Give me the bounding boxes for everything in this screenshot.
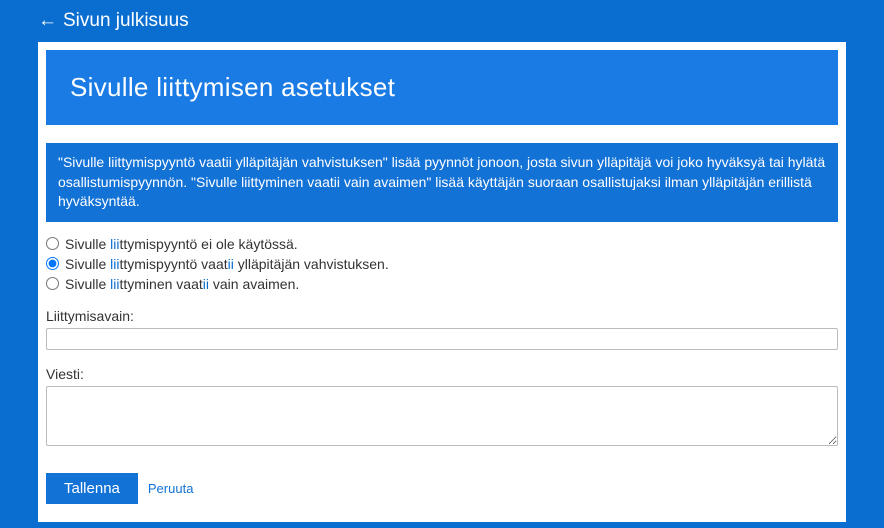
- radio-input-disabled[interactable]: [46, 237, 59, 250]
- save-button[interactable]: Tallenna: [46, 473, 138, 504]
- radio-option-confirm[interactable]: Sivulle liittymispyyntö vaatii ylläpitäj…: [46, 256, 838, 272]
- join-key-input[interactable]: [46, 328, 838, 350]
- message-textarea[interactable]: [46, 386, 838, 446]
- button-row: Tallenna Peruuta: [46, 473, 838, 504]
- radio-input-confirm[interactable]: [46, 257, 59, 270]
- join-key-label: Liittymisavain:: [46, 308, 838, 324]
- radio-option-keyonly[interactable]: Sivulle liittyminen vaatii vain avaimen.: [46, 276, 838, 292]
- content-panel: Sivulle liittymisen asetukset "Sivulle l…: [38, 42, 846, 522]
- info-box: "Sivulle liittymispyyntö vaatii ylläpitä…: [46, 143, 838, 222]
- cancel-button[interactable]: Peruuta: [148, 481, 194, 496]
- radio-group: Sivulle liittymispyyntö ei ole käytössä.…: [46, 236, 838, 292]
- radio-input-keyonly[interactable]: [46, 277, 59, 290]
- message-label: Viesti:: [46, 366, 838, 382]
- radio-option-disabled[interactable]: Sivulle liittymispyyntö ei ole käytössä.: [46, 236, 838, 252]
- radio-label-keyonly: Sivulle liittyminen vaatii vain avaimen.: [65, 276, 299, 292]
- back-arrow-icon: ←: [38, 10, 57, 32]
- page-title: Sivulle liittymisen asetukset: [46, 50, 838, 125]
- radio-label-confirm: Sivulle liittymispyyntö vaatii ylläpitäj…: [65, 256, 389, 272]
- radio-label-disabled: Sivulle liittymispyyntö ei ole käytössä.: [65, 236, 298, 252]
- back-link[interactable]: ← Sivun julkisuus: [0, 0, 884, 42]
- back-link-label: Sivun julkisuus: [63, 10, 189, 32]
